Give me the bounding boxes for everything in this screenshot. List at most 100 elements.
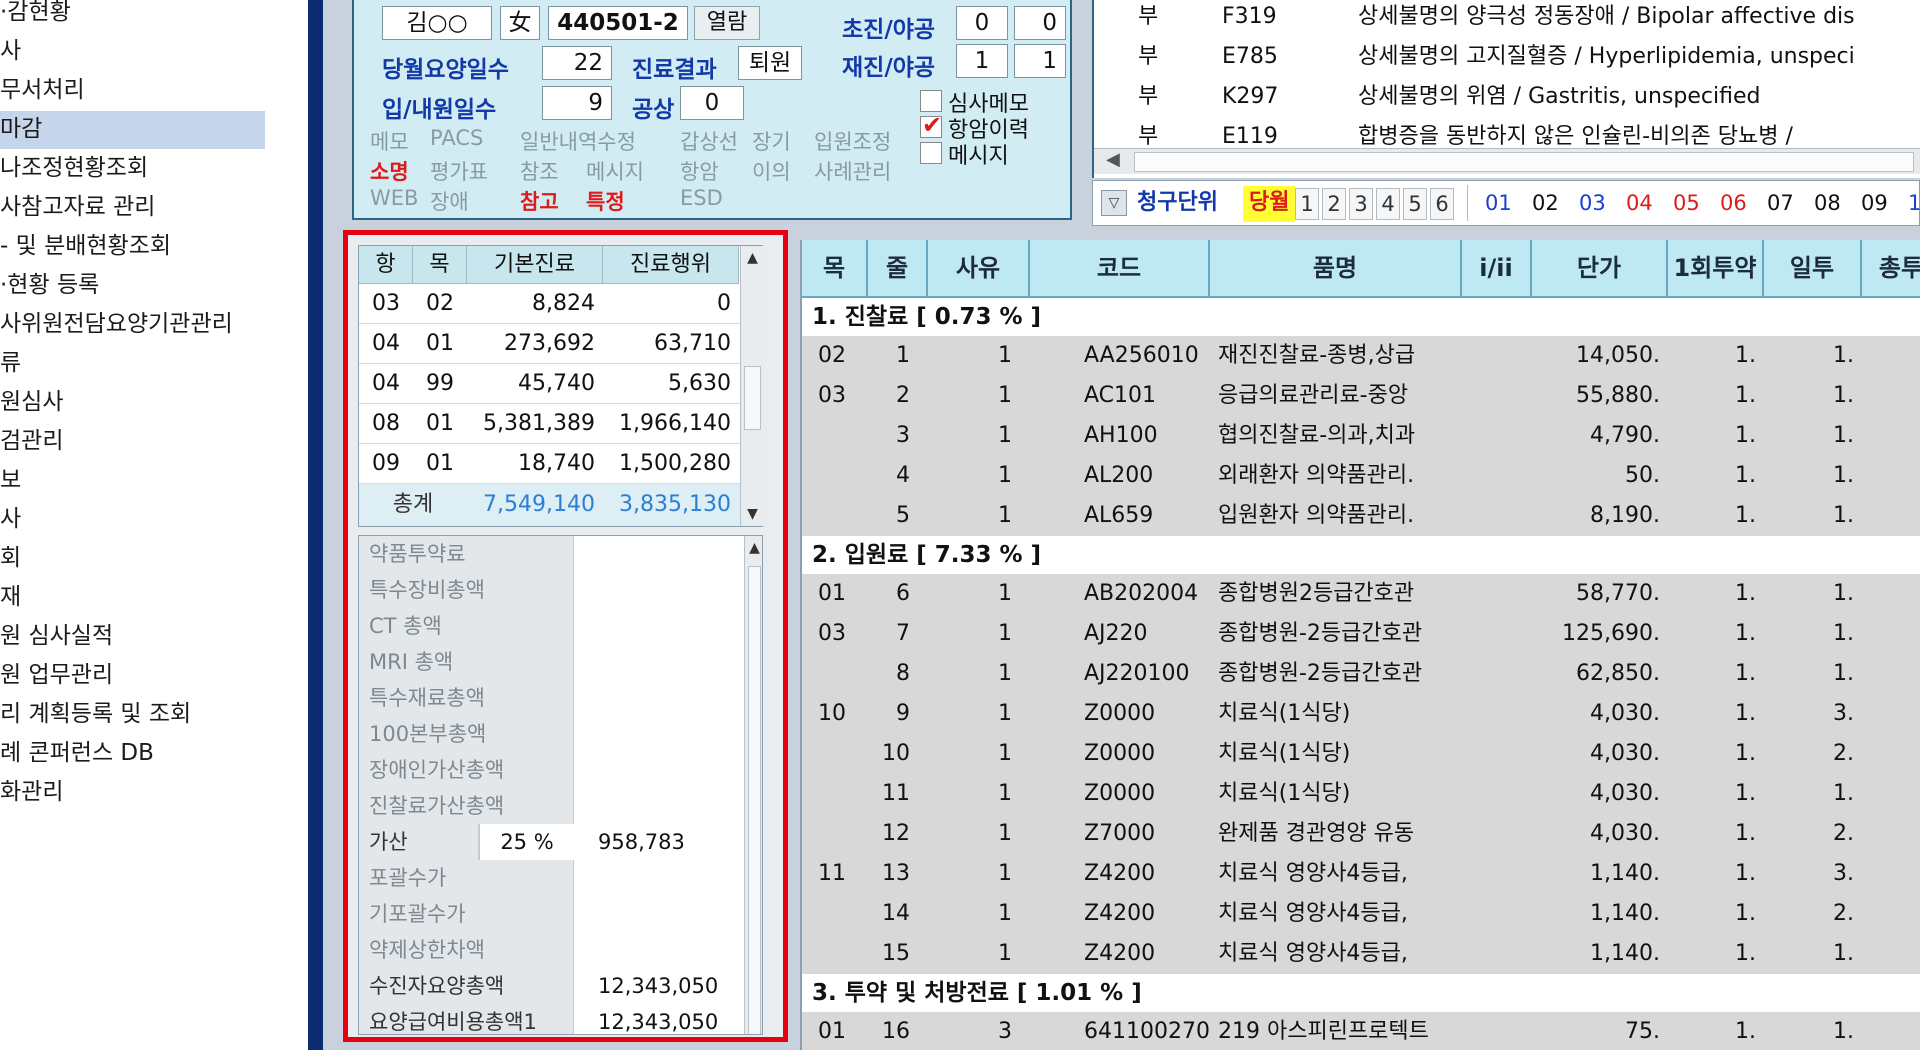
- month-tab-01[interactable]: 01: [1485, 181, 1512, 225]
- nav-item[interactable]: - 및 분배현황조회: [0, 228, 171, 266]
- scroll-down-icon[interactable]: ▼: [741, 502, 764, 526]
- claim-page-1[interactable]: 1: [1295, 188, 1319, 220]
- nav-item[interactable]: 원심사: [0, 384, 63, 422]
- nav-item[interactable]: 사위원전담요양기관관리: [0, 306, 233, 344]
- claim-page-3[interactable]: 3: [1349, 188, 1373, 220]
- cost-summary-row[interactable]: 09 01 18,740 1,500,280: [359, 444, 764, 484]
- claim-item-row[interactable]: 01 16 3 641100270 219 아스피린프로텍트 75. 1. 1.: [802, 1012, 1920, 1050]
- scroll-thumb[interactable]: [1134, 152, 1914, 172]
- claim-item-row[interactable]: 10 9 1 Z0000 치료식(1식당) 4,030. 1. 3.: [802, 694, 1920, 734]
- month-tab-08[interactable]: 08: [1814, 181, 1841, 225]
- link-thyroid[interactable]: 갑상선: [680, 126, 738, 156]
- nav-item[interactable]: 무서처리: [0, 72, 85, 110]
- chemo-history-checkbox[interactable]: [920, 111, 942, 139]
- nav-item[interactable]: 화관리: [0, 774, 63, 812]
- scroll-left-icon[interactable]: ◀: [1106, 149, 1120, 170]
- col-header-8[interactable]: 일투: [1764, 240, 1862, 296]
- link-specific[interactable]: 특정: [586, 186, 625, 216]
- link-objection[interactable]: 이의: [752, 156, 791, 186]
- link-note[interactable]: 참고: [520, 186, 559, 216]
- month-tab-10[interactable]: 10: [1908, 181, 1920, 225]
- col-header-1[interactable]: 줄: [868, 240, 928, 296]
- nav-item[interactable]: 리 계획등록 및 조회: [0, 696, 191, 734]
- link-evaluation[interactable]: 평가표: [430, 156, 488, 186]
- claim-item-row[interactable]: 11 1 Z0000 치료식(1식당) 4,030. 1. 1.: [802, 774, 1920, 814]
- nav-item[interactable]: 나조정현황조회: [0, 150, 148, 188]
- link-admit-adjust[interactable]: 입원조정: [814, 126, 891, 156]
- claim-page-6[interactable]: 6: [1430, 188, 1454, 220]
- claim-item-row[interactable]: 3 1 AH100 협의진찰료-의과,치과 4,790. 1. 1.: [802, 416, 1920, 456]
- link-explanation[interactable]: 소명: [370, 156, 409, 186]
- cost-summary-row[interactable]: 04 99 45,740 5,630: [359, 364, 764, 404]
- claim-item-row[interactable]: 01 6 1 AB202004 종합병원2등급간호관 58,770. 1. 1.: [802, 574, 1920, 614]
- col-header-3[interactable]: 코드: [1030, 240, 1210, 296]
- scroll-thumb[interactable]: [748, 566, 761, 1034]
- claim-item-row[interactable]: 03 7 1 AJ220 종합병원-2등급간호관 125,690. 1. 1.: [802, 614, 1920, 654]
- claim-item-row[interactable]: 4 1 AL200 외래환자 의약품관리. 50. 1. 1.: [802, 456, 1920, 496]
- month-tab-09[interactable]: 09: [1861, 181, 1888, 225]
- month-tab-02[interactable]: 02: [1532, 181, 1559, 225]
- col-header-5[interactable]: i/ii: [1462, 240, 1532, 296]
- claim-page-4[interactable]: 4: [1376, 188, 1400, 220]
- scroll-up-icon[interactable]: ▲: [745, 536, 762, 560]
- link-general-edit[interactable]: 일반내역수정: [520, 126, 636, 156]
- nav-item[interactable]: 사: [0, 501, 21, 539]
- month-tab-05[interactable]: 05: [1673, 181, 1700, 225]
- scroll-thumb[interactable]: [744, 366, 761, 430]
- diagnosis-row[interactable]: 부 F319 상세불명의 양극성 정동장애 / Bipolar affective …: [1094, 0, 1920, 38]
- cost-summary-row[interactable]: 04 01 273,692 63,710: [359, 324, 764, 364]
- link-disability[interactable]: 장애: [430, 186, 469, 216]
- cost-summary-row[interactable]: 03 02 8,824 0: [359, 284, 764, 324]
- current-month-tab[interactable]: 당월: [1243, 186, 1296, 222]
- nav-item[interactable]: 원 업무관리: [0, 657, 113, 695]
- detail-vscrollbar[interactable]: ▲: [744, 536, 762, 1034]
- scroll-up-icon[interactable]: ▲: [741, 246, 764, 270]
- claim-item-row[interactable]: 12 1 Z7000 완제품 경관영양 유동 4,030. 1. 2.: [802, 814, 1920, 854]
- cost-summary-row[interactable]: 08 01 5,381,389 1,966,140: [359, 404, 764, 444]
- nav-item[interactable]: 회: [0, 540, 21, 578]
- diagnosis-row[interactable]: 부 K297 상세불명의 위염 / Gastritis, unspecified: [1094, 78, 1920, 118]
- claim-item-row[interactable]: 8 1 AJ220100 종합병원-2등급간호관 62,850. 1. 1.: [802, 654, 1920, 694]
- claim-item-row[interactable]: 02 1 1 AA256010 재진진찰료-종병,상급 14,050. 1. 1.: [802, 336, 1920, 376]
- diagnosis-row[interactable]: 부 E785 상세불명의 고지질혈증 / Hyperlipidemia, unspe…: [1094, 38, 1920, 78]
- col-header-7[interactable]: 1회투약: [1668, 240, 1764, 296]
- nav-item[interactable]: 마감: [0, 111, 265, 149]
- nav-item[interactable]: 원 심사실적: [0, 618, 113, 656]
- col-header-4[interactable]: 품명: [1210, 240, 1462, 296]
- col-header-9[interactable]: 총투: [1862, 240, 1920, 296]
- claim-page-5[interactable]: 5: [1403, 188, 1427, 220]
- nav-item[interactable]: ·현황 등록: [0, 267, 99, 305]
- month-tab-07[interactable]: 07: [1767, 181, 1794, 225]
- claim-item-row[interactable]: 11 13 1 Z4200 치료식 영양사4등급, 1,140. 1. 3.: [802, 854, 1920, 894]
- claim-item-row[interactable]: 03 2 1 AC101 응급의료관리료-중앙 55,880. 1. 1.: [802, 376, 1920, 416]
- claim-item-row[interactable]: 10 1 Z0000 치료식(1식당) 4,030. 1. 2.: [802, 734, 1920, 774]
- claim-item-row[interactable]: 5 1 AL659 입원환자 의약품관리. 8,190. 1. 1.: [802, 496, 1920, 536]
- message-checkbox[interactable]: [920, 142, 942, 164]
- nav-item[interactable]: 보: [0, 462, 21, 500]
- nav-item[interactable]: ·감현황: [0, 0, 71, 32]
- link-message[interactable]: 메시지: [586, 156, 644, 186]
- nav-item[interactable]: 검관리: [0, 423, 63, 461]
- month-tab-06[interactable]: 06: [1720, 181, 1747, 225]
- link-reference[interactable]: 참조: [520, 156, 559, 186]
- link-esd[interactable]: ESD: [680, 186, 723, 210]
- read-button[interactable]: 열람: [694, 6, 760, 40]
- nav-item[interactable]: 류: [0, 345, 21, 383]
- claim-page-2[interactable]: 2: [1322, 188, 1346, 220]
- nav-item[interactable]: 례 콘퍼런스 DB: [0, 735, 154, 773]
- nav-item[interactable]: 사참고자료 관리: [0, 189, 155, 227]
- link-chemo[interactable]: 항암: [680, 156, 719, 186]
- nav-item[interactable]: 사: [0, 33, 21, 71]
- month-tab-03[interactable]: 03: [1579, 181, 1606, 225]
- col-header-6[interactable]: 단가: [1532, 240, 1668, 296]
- nav-item[interactable]: 재: [0, 579, 21, 617]
- link-web[interactable]: WEB: [370, 186, 418, 210]
- dropdown-icon[interactable]: ▽: [1101, 190, 1127, 216]
- link-memo[interactable]: 메모: [370, 126, 409, 156]
- summary-vscrollbar[interactable]: ▲ ▼: [740, 246, 764, 526]
- claim-item-row[interactable]: 15 1 Z4200 치료식 영양사4등급, 1,140. 1. 1.: [802, 934, 1920, 974]
- col-header-2[interactable]: 사유: [928, 240, 1030, 296]
- link-longterm[interactable]: 장기: [752, 126, 791, 156]
- review-memo-checkbox[interactable]: [920, 90, 942, 112]
- link-case-manage[interactable]: 사례관리: [814, 156, 891, 186]
